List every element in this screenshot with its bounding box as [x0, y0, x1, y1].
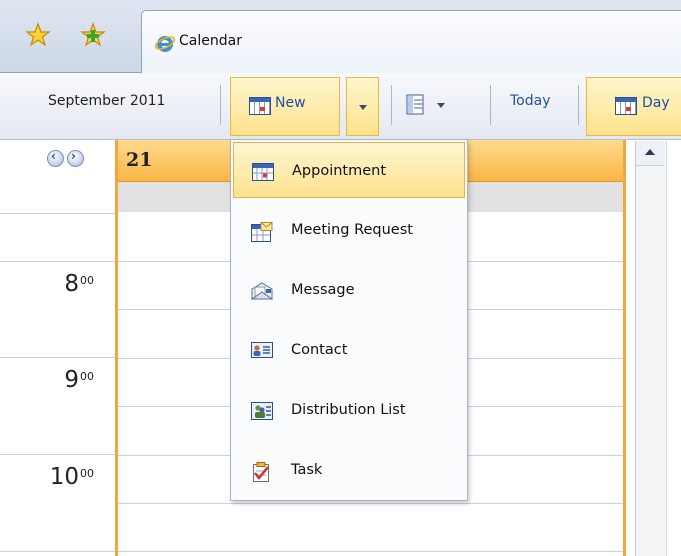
contact-icon — [251, 342, 273, 360]
grid-line — [0, 213, 115, 214]
grid-line — [0, 357, 115, 358]
menu-item-appointment[interactable]: Appointment — [233, 142, 465, 198]
appointment-icon — [252, 163, 274, 181]
menu-item-label: Appointment — [292, 163, 387, 179]
add-favorites-icon[interactable] — [80, 22, 106, 48]
view-list-icon — [405, 94, 427, 120]
previous-day-button[interactable]: ‹ — [47, 149, 64, 167]
favorites-star-icon[interactable] — [25, 22, 51, 48]
browser-tab-calendar[interactable]: Calendar — [141, 10, 681, 73]
toolbar-separator — [220, 85, 221, 125]
day-view-button[interactable]: Day — [586, 77, 681, 136]
new-button[interactable]: New — [230, 77, 340, 136]
menu-item-message[interactable]: Message — [233, 262, 465, 318]
hour-label-10: 1000 — [49, 464, 94, 490]
right-panel-edge — [666, 141, 681, 556]
menu-item-label: Task — [291, 462, 323, 478]
meeting-request-icon — [251, 222, 273, 242]
grid-line — [118, 503, 623, 504]
browser-tab-strip: Calendar — [0, 0, 681, 73]
new-button-label: New — [275, 95, 306, 111]
menu-item-label: Message — [291, 282, 355, 298]
toolbar-separator — [490, 85, 491, 125]
menu-item-distribution-list[interactable]: Distribution List — [233, 382, 465, 438]
chevron-down-icon — [359, 105, 367, 110]
arrow-up-icon — [645, 149, 655, 155]
calendar-day-icon — [615, 97, 637, 115]
tab-title: Calendar — [179, 33, 242, 49]
month-label: September 2011 — [48, 93, 166, 109]
today-button[interactable]: Today — [510, 93, 551, 109]
menu-item-task[interactable]: Task — [233, 442, 465, 498]
chevron-down-icon — [437, 103, 445, 108]
chevron-right-icon: › — [71, 149, 76, 163]
grid-line — [0, 551, 115, 552]
toolbar-separator — [391, 85, 392, 125]
menu-item-meeting-request[interactable]: Meeting Request — [233, 202, 465, 258]
menu-item-label: Contact — [291, 342, 348, 358]
menu-item-contact[interactable]: Contact — [233, 322, 465, 378]
next-day-button[interactable]: › — [67, 149, 84, 167]
menu-item-label: Meeting Request — [291, 222, 413, 238]
day-number: 21 — [126, 149, 153, 171]
grid-line — [118, 551, 623, 552]
task-icon — [251, 462, 271, 482]
hour-label-8: 800 — [64, 271, 94, 297]
menu-item-label: Distribution List — [291, 402, 406, 418]
distribution-list-icon — [251, 402, 273, 420]
scroll-up-button[interactable] — [636, 141, 664, 166]
new-dropdown-button[interactable] — [346, 77, 379, 136]
time-column: 800 900 1000 — [0, 173, 115, 556]
view-mode-button[interactable] — [405, 85, 465, 125]
grid-line — [0, 454, 115, 455]
new-item-menu: Appointment Meeting Request Message Cont… — [230, 139, 468, 501]
message-icon — [250, 282, 274, 300]
day-view-label: Day — [642, 95, 670, 111]
chevron-left-icon: ‹ — [51, 149, 56, 163]
toolbar-separator — [578, 85, 579, 125]
calendar-new-icon — [249, 97, 271, 115]
calendar-toolbar: September 2011 New Today Day — [0, 73, 681, 140]
grid-line — [0, 261, 115, 262]
hour-label-9: 900 — [64, 367, 94, 393]
vertical-scrollbar[interactable] — [635, 141, 667, 556]
internet-explorer-icon — [154, 32, 176, 54]
